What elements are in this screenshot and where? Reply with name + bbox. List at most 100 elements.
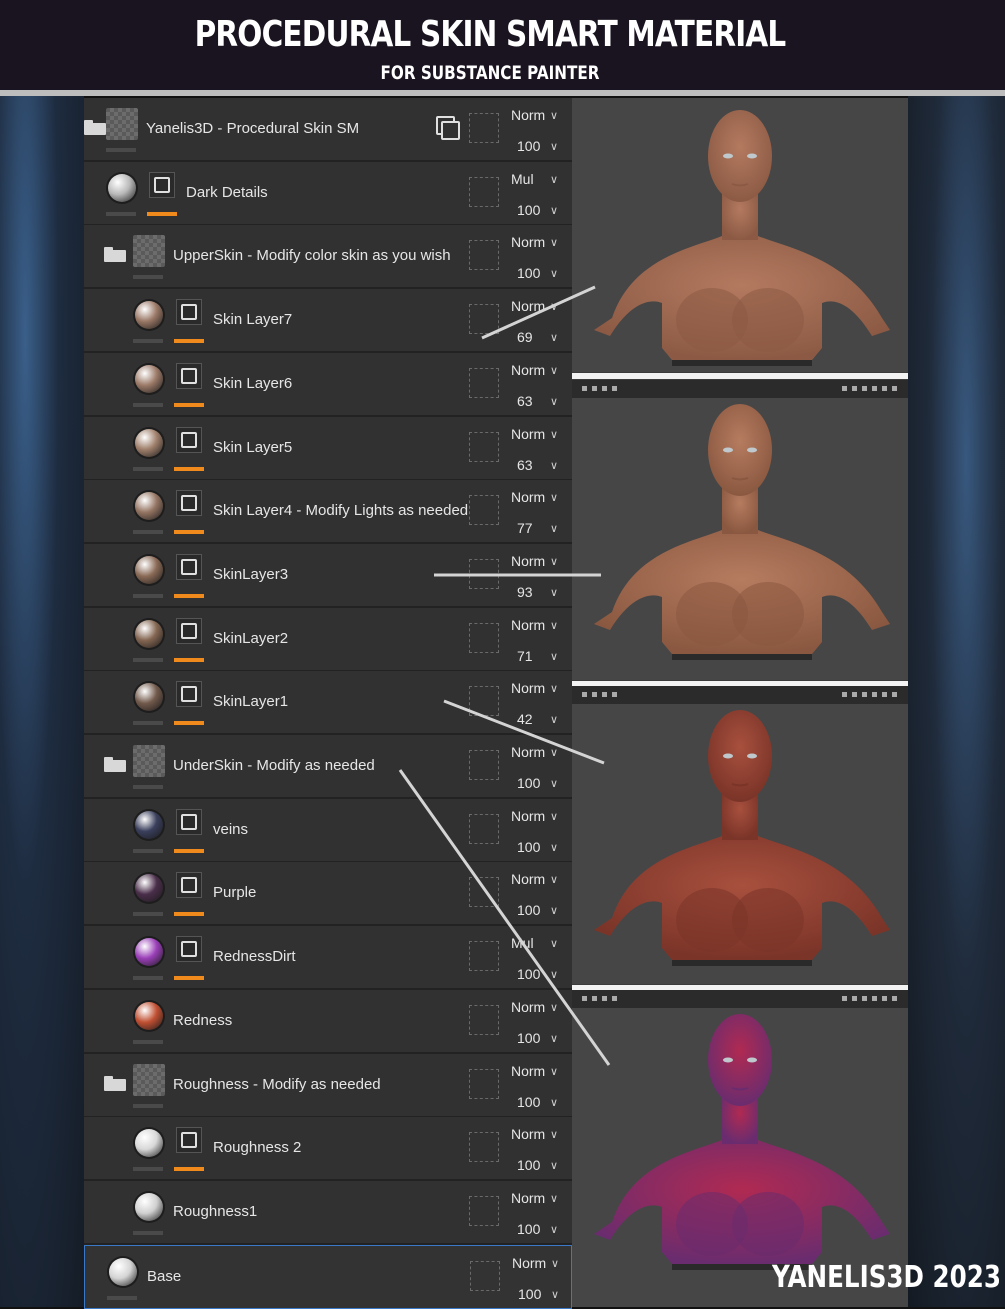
opacity-value[interactable]: 63 <box>517 393 533 409</box>
material-thumbnail[interactable] <box>133 1000 165 1032</box>
chevron-down-icon[interactable]: ∨ <box>550 173 558 186</box>
layer-drop-slot[interactable] <box>469 623 499 653</box>
chevron-down-icon[interactable]: ∨ <box>550 713 558 726</box>
chevron-down-icon[interactable]: ∨ <box>550 746 558 759</box>
toolbar-icon[interactable] <box>842 692 847 697</box>
material-thumbnail[interactable] <box>133 490 165 522</box>
chevron-down-icon[interactable]: ∨ <box>550 1128 558 1141</box>
blend-mode-select[interactable]: Norm <box>511 489 545 505</box>
toolbar-icon[interactable] <box>852 386 857 391</box>
group-thumbnail[interactable] <box>106 108 138 140</box>
material-thumbnail[interactable] <box>107 1256 139 1288</box>
opacity-value[interactable]: 69 <box>517 329 533 345</box>
layer-drop-slot[interactable] <box>469 814 499 844</box>
toolbar-icon[interactable] <box>582 996 587 1001</box>
toolbar-icon[interactable] <box>862 386 867 391</box>
chevron-down-icon[interactable]: ∨ <box>550 204 558 217</box>
material-thumbnail[interactable] <box>133 554 165 586</box>
folder-icon[interactable] <box>84 120 106 135</box>
blend-mode-select[interactable]: Norm <box>511 234 545 250</box>
opacity-value[interactable]: 42 <box>517 711 533 727</box>
layer-drop-slot[interactable] <box>469 686 499 716</box>
chevron-down-icon[interactable]: ∨ <box>550 1096 558 1109</box>
blend-mode-select[interactable]: Mul <box>511 171 534 187</box>
layer-drop-slot[interactable] <box>469 240 499 270</box>
layer-row[interactable]: veins Norm ∨ 100 ∨ <box>84 799 572 863</box>
opacity-value[interactable]: 100 <box>517 202 540 218</box>
toolbar-icon[interactable] <box>852 692 857 697</box>
mask-thumbnail[interactable] <box>176 1127 202 1153</box>
material-thumbnail[interactable] <box>133 363 165 395</box>
layer-row[interactable]: Skin Layer4 - Modify Lights as needed Nor… <box>84 480 572 544</box>
opacity-value[interactable]: 100 <box>517 265 540 281</box>
layer-drop-slot[interactable] <box>469 1069 499 1099</box>
toolbar-icon[interactable] <box>842 996 847 1001</box>
chevron-down-icon[interactable]: ∨ <box>550 267 558 280</box>
layer-row[interactable]: RednessDirt Mul ∨ 100 ∨ <box>84 926 572 990</box>
blend-mode-select[interactable]: Norm <box>511 680 545 696</box>
layer-row[interactable]: Purple Norm ∨ 100 ∨ <box>84 862 572 926</box>
toolbar-icon[interactable] <box>892 996 897 1001</box>
instance-icon[interactable] <box>436 116 460 140</box>
opacity-value[interactable]: 100 <box>517 1030 540 1046</box>
chevron-down-icon[interactable]: ∨ <box>550 777 558 790</box>
chevron-down-icon[interactable]: ∨ <box>550 1001 558 1014</box>
blend-mode-select[interactable]: Norm <box>511 999 545 1015</box>
chevron-down-icon[interactable]: ∨ <box>551 1257 559 1270</box>
material-thumbnail[interactable] <box>133 427 165 459</box>
chevron-down-icon[interactable]: ∨ <box>550 682 558 695</box>
layer-drop-slot[interactable] <box>470 1261 500 1291</box>
opacity-value[interactable]: 93 <box>517 584 533 600</box>
chevron-down-icon[interactable]: ∨ <box>550 522 558 535</box>
blend-mode-select[interactable]: Norm <box>511 617 545 633</box>
chevron-down-icon[interactable]: ∨ <box>550 1032 558 1045</box>
layer-row[interactable]: Roughness - Modify as needed Norm ∨ 100 ∨ <box>84 1054 572 1118</box>
opacity-value[interactable]: 77 <box>517 520 533 536</box>
viewport-toolbar[interactable] <box>572 686 908 704</box>
toolbar-icon[interactable] <box>872 386 877 391</box>
toolbar-icon[interactable] <box>842 386 847 391</box>
blend-mode-select[interactable]: Norm <box>511 362 545 378</box>
chevron-down-icon[interactable]: ∨ <box>550 1223 558 1236</box>
toolbar-icon[interactable] <box>602 386 607 391</box>
toolbar-icon[interactable] <box>882 996 887 1001</box>
layer-row[interactable]: Skin Layer5 Norm ∨ 63 ∨ <box>84 417 572 481</box>
mask-thumbnail[interactable] <box>176 490 202 516</box>
toolbar-icon[interactable] <box>882 386 887 391</box>
mask-thumbnail[interactable] <box>176 936 202 962</box>
mask-thumbnail[interactable] <box>176 618 202 644</box>
chevron-down-icon[interactable]: ∨ <box>550 140 558 153</box>
layer-drop-slot[interactable] <box>469 750 499 780</box>
layer-drop-slot[interactable] <box>469 1196 499 1226</box>
toolbar-icon[interactable] <box>592 386 597 391</box>
chevron-down-icon[interactable]: ∨ <box>550 873 558 886</box>
chevron-down-icon[interactable]: ∨ <box>550 586 558 599</box>
blend-mode-select[interactable]: Norm <box>511 808 545 824</box>
mask-thumbnail[interactable] <box>176 427 202 453</box>
layer-drop-slot[interactable] <box>469 304 499 334</box>
chevron-down-icon[interactable]: ∨ <box>550 109 558 122</box>
folder-icon[interactable] <box>104 757 126 772</box>
toolbar-icon[interactable] <box>602 996 607 1001</box>
chevron-down-icon[interactable]: ∨ <box>550 364 558 377</box>
opacity-value[interactable]: 63 <box>517 457 533 473</box>
blend-mode-select[interactable]: Norm <box>511 553 545 569</box>
layer-drop-slot[interactable] <box>469 941 499 971</box>
mask-thumbnail[interactable] <box>176 299 202 325</box>
material-thumbnail[interactable] <box>133 681 165 713</box>
toolbar-icon[interactable] <box>872 692 877 697</box>
layer-row[interactable]: Roughness1 Norm ∨ 100 ∨ <box>84 1181 572 1245</box>
layer-drop-slot[interactable] <box>469 177 499 207</box>
opacity-value[interactable]: 100 <box>517 1094 540 1110</box>
opacity-value[interactable]: 100 <box>517 1221 540 1237</box>
chevron-down-icon[interactable]: ∨ <box>550 904 558 917</box>
layer-row[interactable]: Yanelis3D - Procedural Skin SM Norm ∨ 100 ∨ <box>84 98 572 162</box>
opacity-value[interactable]: 100 <box>517 966 540 982</box>
blend-mode-select[interactable]: Norm <box>511 1190 545 1206</box>
toolbar-icon[interactable] <box>592 692 597 697</box>
mask-thumbnail[interactable] <box>149 172 175 198</box>
layer-drop-slot[interactable] <box>469 877 499 907</box>
material-thumbnail[interactable] <box>133 872 165 904</box>
chevron-down-icon[interactable]: ∨ <box>550 1192 558 1205</box>
mask-thumbnail[interactable] <box>176 554 202 580</box>
